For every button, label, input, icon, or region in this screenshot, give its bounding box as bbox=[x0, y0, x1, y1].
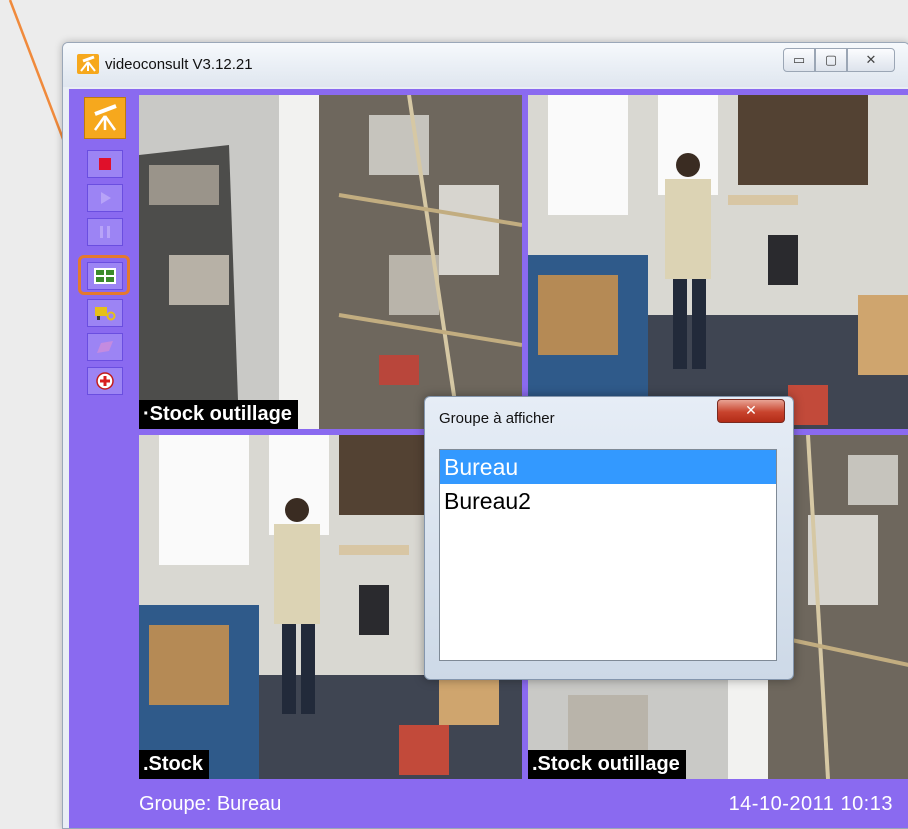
pause-button[interactable] bbox=[87, 218, 123, 246]
export-button[interactable] bbox=[87, 333, 123, 361]
camera-tile[interactable] bbox=[528, 95, 908, 429]
camera-key-icon bbox=[95, 307, 116, 321]
camera-label: .Stock bbox=[139, 750, 210, 779]
maximize-button[interactable]: ▢ bbox=[815, 48, 847, 72]
telescope-logo-button[interactable] bbox=[84, 97, 126, 139]
dialog-close-button[interactable]: ✕ bbox=[717, 399, 785, 423]
export-icon bbox=[97, 341, 113, 353]
group-status: Groupe: Bureau bbox=[139, 793, 282, 815]
group-list-item[interactable]: Bureau2 bbox=[440, 484, 776, 518]
group-list: Bureau Bureau2 bbox=[439, 449, 777, 661]
camera-feed-image bbox=[528, 95, 908, 429]
telescope-icon bbox=[93, 104, 117, 131]
window-title: videoconsult V3.12.21 bbox=[105, 56, 253, 73]
status-bar: Groupe: Bureau 14-10-2011 10:13 bbox=[133, 782, 908, 828]
play-button[interactable] bbox=[87, 184, 123, 212]
camera-label: ·Stock outillage bbox=[139, 400, 298, 429]
camera-feed-image bbox=[139, 95, 522, 429]
group-dialog: Groupe à afficher ✕ Bureau Bureau2 bbox=[424, 396, 794, 680]
minimize-button[interactable]: ▭ bbox=[783, 48, 815, 72]
help-button[interactable] bbox=[87, 367, 123, 395]
camera-tile[interactable]: ·Stock outillage bbox=[139, 95, 522, 429]
datetime-status: 14-10-2011 10:13 bbox=[728, 793, 893, 815]
help-icon bbox=[96, 372, 114, 390]
caption-buttons: ▭ ▢ ✕ bbox=[783, 48, 895, 72]
dialog-title: Groupe à afficher bbox=[439, 410, 555, 427]
title-bar[interactable]: videoconsult V3.12.21 ▭ ▢ ✕ bbox=[63, 43, 908, 87]
camera-label: .Stock outillage bbox=[528, 750, 686, 779]
group-list-item[interactable]: Bureau bbox=[440, 450, 776, 484]
app-logo-icon bbox=[77, 54, 99, 74]
left-toolbar bbox=[69, 89, 135, 828]
stop-button[interactable] bbox=[87, 150, 123, 178]
stop-icon bbox=[99, 158, 111, 170]
play-icon bbox=[101, 192, 111, 204]
pause-icon bbox=[100, 226, 110, 238]
highlight-box bbox=[78, 255, 130, 295]
camera-key-button[interactable] bbox=[87, 299, 123, 327]
close-button[interactable]: ✕ bbox=[847, 48, 895, 72]
